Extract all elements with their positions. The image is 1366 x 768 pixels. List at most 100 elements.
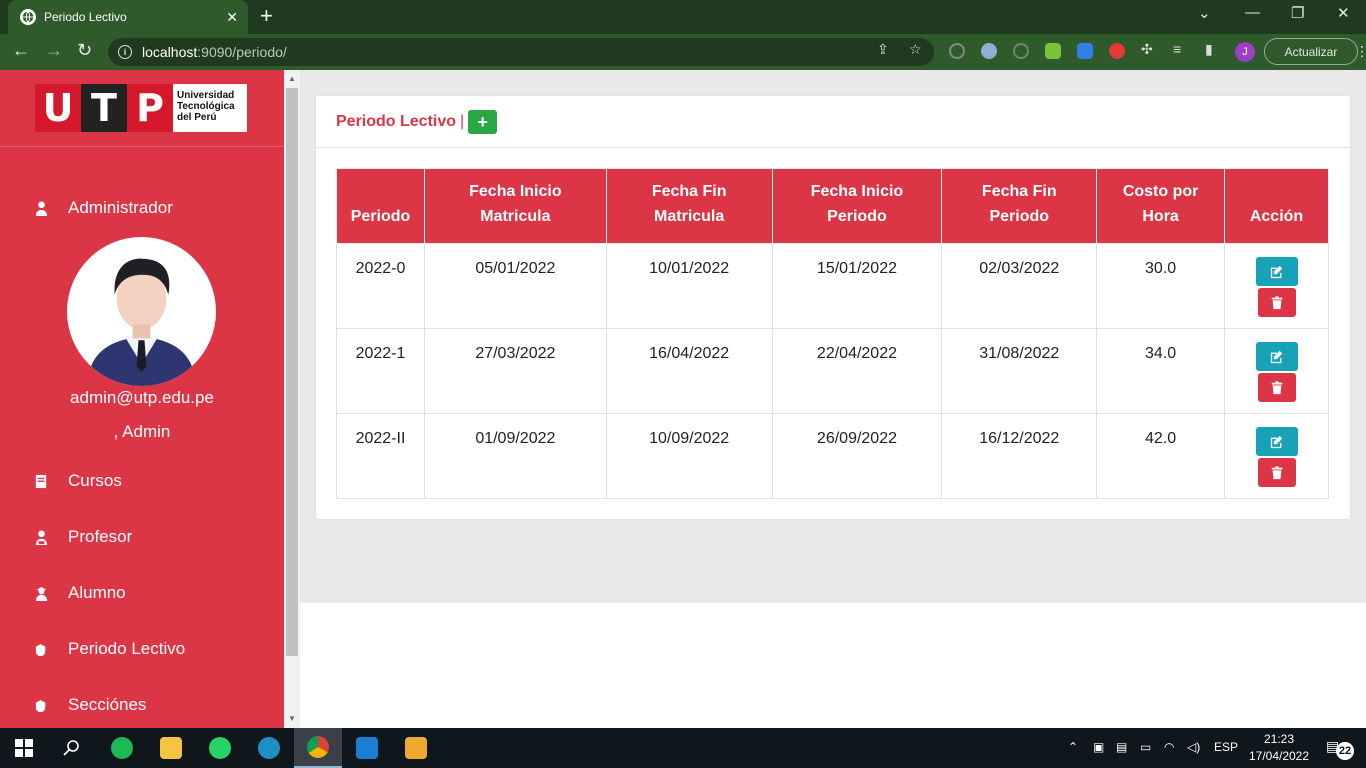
clock-time: 21:23 bbox=[1263, 732, 1295, 746]
tray-app-icon[interactable]: ▤ bbox=[1116, 740, 1127, 754]
file-explorer-icon[interactable] bbox=[147, 728, 195, 768]
spotify-icon[interactable] bbox=[98, 728, 146, 768]
download-extension-icon[interactable] bbox=[1045, 43, 1061, 59]
column-header: Fecha Fin Periodo bbox=[941, 168, 1098, 244]
forward-icon[interactable]: → bbox=[45, 40, 63, 61]
sidebar-item-profesor[interactable]: Profesor bbox=[0, 517, 284, 557]
back-icon[interactable]: ← bbox=[12, 40, 30, 61]
utp-logo[interactable]: U T P Universidad Tecnológica del Perú bbox=[35, 84, 247, 132]
tray-chevron-icon[interactable]: ⌃ bbox=[1068, 740, 1078, 754]
sidebar-item-periodo-lectivo[interactable]: Periodo Lectivo bbox=[0, 629, 284, 669]
header-text: Fecha Inicio bbox=[469, 183, 562, 200]
info-icon[interactable]: i bbox=[118, 45, 132, 59]
edge-icon[interactable] bbox=[245, 728, 293, 768]
profile-avatar[interactable]: J bbox=[1235, 42, 1255, 62]
table-cell: 10/01/2022 bbox=[605, 243, 773, 329]
close-window-icon[interactable]: ✕ bbox=[1337, 4, 1350, 22]
address-bar: ← → ↻ i localhost:9090/periodo/ ⇪ ☆ ✣ ≡ … bbox=[0, 34, 1366, 70]
column-header: Fecha Inicio Periodo bbox=[771, 168, 943, 244]
scroll-up-icon[interactable]: ▲ bbox=[288, 74, 296, 83]
sidebar: U T P Universidad Tecnológica del Perú A… bbox=[0, 70, 284, 728]
hand-icon bbox=[33, 697, 49, 713]
close-tab-icon[interactable]: ✕ bbox=[226, 9, 238, 26]
sidepanel-icon[interactable]: ▮ bbox=[1205, 41, 1213, 58]
header-text: Periodo bbox=[989, 208, 1050, 225]
update-button[interactable]: Actualizar bbox=[1264, 38, 1358, 65]
media-icon[interactable]: ≡ bbox=[1173, 41, 1181, 57]
actions-cell bbox=[1224, 243, 1329, 329]
table-cell: 30.0 bbox=[1096, 243, 1226, 329]
puzzle-icon[interactable]: ✣ bbox=[1141, 41, 1153, 58]
scroll-down-icon[interactable]: ▼ bbox=[288, 714, 296, 723]
url-input[interactable]: i localhost:9090/periodo/ bbox=[108, 38, 934, 66]
logo-name-line: del Perú bbox=[177, 112, 217, 123]
minimize-icon[interactable]: — bbox=[1245, 4, 1260, 21]
search-icon[interactable] bbox=[48, 728, 96, 768]
trash-icon bbox=[1271, 295, 1282, 309]
bookmark-star-icon[interactable]: ☆ bbox=[909, 41, 922, 58]
scrollbar-thumb[interactable] bbox=[286, 88, 298, 656]
delete-button[interactable] bbox=[1257, 373, 1296, 402]
extension-icon[interactable] bbox=[981, 43, 997, 59]
app-icon[interactable] bbox=[392, 728, 440, 768]
sidebar-item-secciones[interactable]: Secciónes bbox=[0, 685, 284, 725]
battery-icon[interactable]: ▭ bbox=[1140, 740, 1151, 754]
clock-date: 17/04/2022 bbox=[1248, 749, 1310, 763]
extension-icon[interactable] bbox=[1013, 43, 1029, 59]
column-header: Fecha Inicio Matricula bbox=[423, 168, 607, 244]
add-periodo-button[interactable]: + bbox=[468, 109, 498, 134]
tab-title: Periodo Lectivo bbox=[44, 10, 127, 24]
browser-tab[interactable]: Periodo Lectivo ✕ bbox=[8, 0, 248, 34]
sidebar-item-cursos[interactable]: Cursos bbox=[0, 461, 284, 501]
youtube-extension-icon[interactable] bbox=[1109, 43, 1125, 59]
header-text: Fecha Fin bbox=[651, 183, 727, 200]
header-text: Fecha Fin bbox=[981, 183, 1057, 200]
edit-button[interactable] bbox=[1255, 427, 1298, 456]
periodo-card: Periodo Lectivo | + Periodo Fecha Inicio… bbox=[315, 95, 1351, 520]
url-host: localhost bbox=[142, 44, 198, 60]
more-menu-icon[interactable]: ⋮ bbox=[1355, 43, 1366, 60]
table-cell: 2022-0 bbox=[336, 243, 425, 329]
edit-icon bbox=[1270, 435, 1282, 448]
whatsapp-icon[interactable] bbox=[196, 728, 244, 768]
header-text: Matricula bbox=[480, 208, 551, 225]
volume-icon[interactable]: ◁) bbox=[1187, 740, 1200, 754]
language-indicator[interactable]: ESP bbox=[1214, 740, 1238, 754]
table-header-row: Periodo Fecha Inicio Matricula Fecha Fin M… bbox=[336, 168, 1329, 244]
tray-camera-icon[interactable]: ▣ bbox=[1093, 740, 1104, 754]
periodo-table: Periodo Fecha Inicio Matricula Fecha Fin M… bbox=[336, 168, 1329, 499]
logo-area: U T P Universidad Tecnológica del Perú bbox=[0, 70, 284, 147]
edit-button[interactable] bbox=[1255, 257, 1298, 286]
clock[interactable]: 21:23 17/04/2022 bbox=[1248, 731, 1310, 765]
globe-icon bbox=[20, 9, 36, 25]
tab-search-icon[interactable]: ⌄ bbox=[1198, 4, 1211, 22]
table-cell: 34.0 bbox=[1096, 328, 1226, 414]
windows-taskbar: ⌃ ▣ ▤ ▭ ◠ ◁) ESP 21:23 17/04/2022 ▤ 22 bbox=[0, 728, 1366, 768]
table-cell: 27/03/2022 bbox=[423, 328, 607, 414]
logo-name: Universidad Tecnológica del Perú bbox=[173, 84, 247, 132]
sidebar-scrollbar[interactable]: ▲ ▼ bbox=[284, 70, 300, 728]
page-title: Periodo Lectivo bbox=[336, 112, 457, 130]
extension-icon[interactable] bbox=[1077, 43, 1093, 59]
new-tab-button[interactable]: + bbox=[260, 5, 273, 27]
sidebar-item-administrador[interactable]: Administrador bbox=[0, 188, 284, 228]
share-icon[interactable]: ⇪ bbox=[877, 41, 889, 58]
delete-button[interactable] bbox=[1257, 288, 1296, 317]
vscode-icon[interactable] bbox=[343, 728, 391, 768]
windows-start-icon[interactable] bbox=[0, 728, 48, 768]
actions-cell bbox=[1224, 413, 1329, 499]
user-name: , Admin bbox=[113, 422, 171, 441]
reload-icon[interactable]: ↻ bbox=[77, 40, 92, 61]
delete-button[interactable] bbox=[1257, 458, 1296, 487]
wifi-icon[interactable]: ◠ bbox=[1164, 740, 1174, 754]
user-icon bbox=[33, 200, 49, 216]
edit-icon bbox=[1270, 265, 1282, 278]
sidebar-item-label: Secciónes bbox=[68, 695, 147, 714]
notification-icon[interactable]: ▤ 22 bbox=[1326, 738, 1354, 760]
sidebar-item-alumno[interactable]: Alumno bbox=[0, 573, 284, 613]
chrome-icon[interactable] bbox=[294, 728, 342, 768]
edit-button[interactable] bbox=[1255, 342, 1298, 371]
extension-icon[interactable] bbox=[949, 43, 965, 59]
table-cell: 2022-II bbox=[336, 413, 425, 499]
restore-icon[interactable]: ❐ bbox=[1291, 4, 1304, 22]
